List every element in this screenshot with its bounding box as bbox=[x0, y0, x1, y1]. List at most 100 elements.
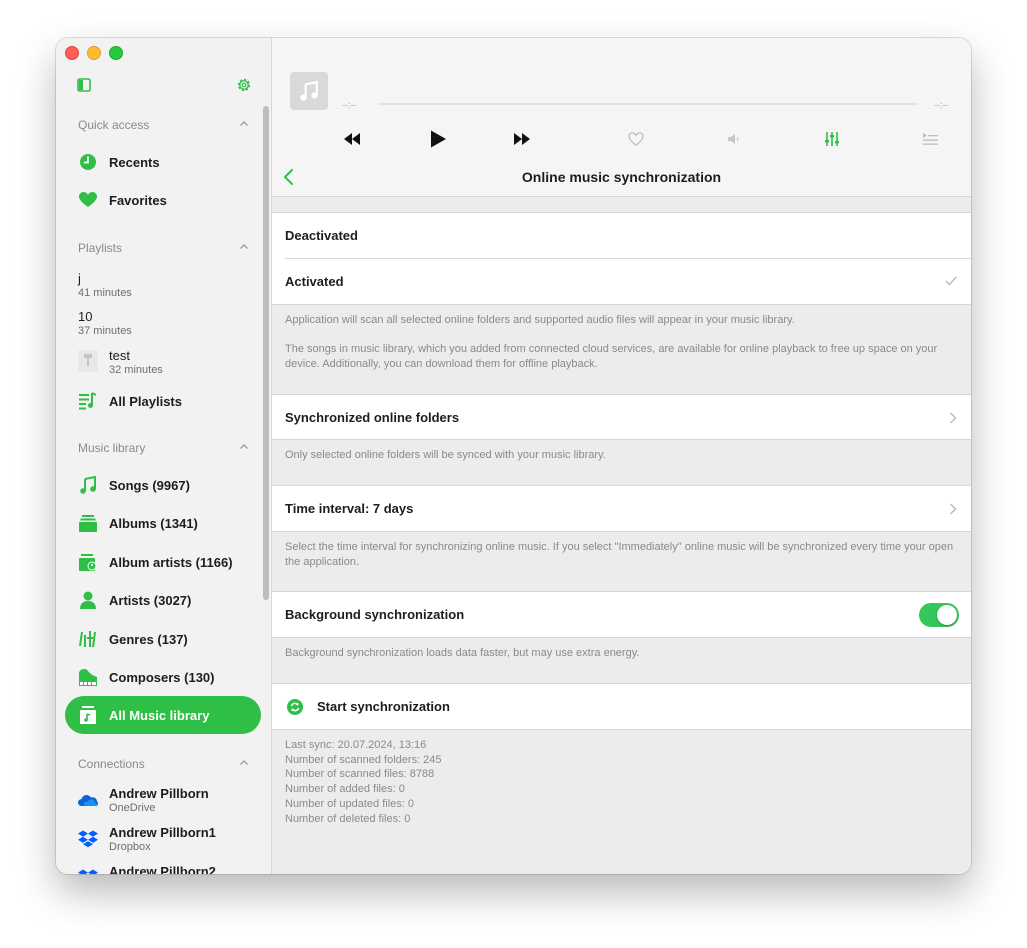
background-description: Background synchronization loads data fa… bbox=[285, 647, 640, 659]
playlist-item-10[interactable]: 10 37 minutes bbox=[78, 309, 132, 338]
sidebar-item-albums[interactable]: Albums (1341) bbox=[78, 508, 198, 538]
dropbox-icon bbox=[78, 869, 98, 874]
piano-icon bbox=[78, 667, 98, 687]
playlist-item-test[interactable]: test 32 minutes bbox=[109, 348, 163, 377]
sidebar-item-genres[interactable]: Genres (137) bbox=[78, 624, 188, 654]
row-label: Time interval: 7 days bbox=[285, 501, 414, 516]
sidebar-item-artists[interactable]: Artists (3027) bbox=[78, 585, 191, 615]
album-artist-icon bbox=[78, 552, 98, 572]
player-bar: --:-- --:-- bbox=[272, 38, 971, 158]
sidebar-scrollbar[interactable] bbox=[263, 106, 269, 600]
sidebar-item-label: Artists (3027) bbox=[109, 592, 192, 608]
main-panel: --:-- --:-- Online music synchronization… bbox=[272, 38, 971, 874]
navigation-bar: Online music synchronization bbox=[272, 158, 971, 197]
app-window: Quick access Recents Favorites Playlists… bbox=[56, 38, 971, 874]
option-label: Activated bbox=[285, 274, 344, 289]
synchronized-folders-row[interactable]: Synchronized online folders bbox=[272, 394, 971, 440]
playlist-item-j[interactable]: j 41 minutes bbox=[78, 271, 132, 300]
sidebar-item-favorites[interactable]: Favorites bbox=[78, 185, 167, 215]
sidebar-item-all-playlists[interactable]: All Playlists bbox=[78, 386, 182, 416]
quick-access-heading[interactable]: Quick access bbox=[78, 118, 149, 132]
volume-button[interactable] bbox=[724, 129, 744, 149]
stat-scanned-folders: Number of scanned folders: 245 bbox=[285, 753, 442, 766]
equalizer-icon bbox=[825, 132, 839, 146]
page-title: Online music synchronization bbox=[521, 169, 722, 185]
queue-button[interactable] bbox=[920, 129, 940, 149]
zoom-window-button[interactable] bbox=[109, 46, 123, 60]
chevron-up-icon[interactable] bbox=[239, 242, 249, 252]
connection-item-dropbox[interactable]: Andrew Pillborn1 Dropbox bbox=[78, 825, 216, 854]
rewind-icon bbox=[344, 133, 360, 145]
equalizer-button[interactable] bbox=[822, 129, 842, 149]
close-window-button[interactable] bbox=[65, 46, 79, 60]
background-sync-toggle[interactable] bbox=[919, 603, 959, 627]
option-activated[interactable]: Activated bbox=[272, 259, 971, 304]
sidebar-item-label: Composers (130) bbox=[109, 669, 215, 685]
start-synchronization-button[interactable]: Start synchronization bbox=[272, 683, 971, 730]
interval-description: Select the time interval for synchronizi… bbox=[285, 541, 954, 568]
remaining-time: --:-- bbox=[934, 100, 949, 110]
sidebar: Quick access Recents Favorites Playlists… bbox=[56, 38, 272, 874]
window-controls bbox=[65, 46, 123, 60]
playlist-duration: 41 minutes bbox=[78, 287, 132, 299]
sidebar-item-label: Album artists (1166) bbox=[109, 554, 233, 570]
chevron-up-icon[interactable] bbox=[239, 442, 249, 452]
progress-slider[interactable] bbox=[378, 103, 918, 105]
connections-heading[interactable]: Connections bbox=[78, 757, 145, 771]
connection-service: Dropbox bbox=[109, 841, 151, 853]
sidebar-item-recents[interactable]: Recents bbox=[78, 147, 160, 177]
activation-details: The songs in music library, which you ad… bbox=[285, 343, 938, 370]
folders-description: Only selected online folders will be syn… bbox=[285, 449, 606, 461]
sync-mode-group: Deactivated Activated bbox=[272, 212, 971, 305]
favorite-button[interactable] bbox=[626, 129, 646, 149]
music-library-heading[interactable]: Music library bbox=[78, 441, 145, 455]
rewind-button[interactable] bbox=[342, 129, 362, 149]
sidebar-item-all-music-library-content[interactable]: All Music library bbox=[78, 700, 209, 730]
minimize-window-button[interactable] bbox=[87, 46, 101, 60]
activation-description: Application will scan all selected onlin… bbox=[285, 314, 795, 326]
sidebar-item-label: Albums (1341) bbox=[109, 515, 198, 531]
time-interval-row[interactable]: Time interval: 7 days bbox=[272, 485, 971, 532]
onedrive-icon bbox=[78, 795, 98, 806]
chevron-up-icon[interactable] bbox=[239, 758, 249, 768]
fast-forward-button[interactable] bbox=[512, 129, 532, 149]
row-label: Background synchronization bbox=[285, 607, 465, 622]
sidebar-item-composers[interactable]: Composers (130) bbox=[78, 662, 214, 692]
playlist-artwork bbox=[78, 350, 98, 372]
connection-name: Andrew Pillborn1 bbox=[109, 825, 216, 840]
sidebar-item-album-artists[interactable]: Album artists (1166) bbox=[78, 547, 233, 577]
gear-icon[interactable] bbox=[236, 77, 252, 93]
heart-outline-icon bbox=[628, 132, 644, 146]
row-label: Synchronized online folders bbox=[285, 410, 460, 425]
person-icon bbox=[78, 590, 98, 610]
queue-list-icon bbox=[923, 133, 938, 145]
clock-icon bbox=[78, 152, 98, 172]
stat-deleted-files: Number of deleted files: 0 bbox=[285, 812, 411, 825]
playlist-name: j bbox=[78, 271, 81, 286]
playlists-heading[interactable]: Playlists bbox=[78, 241, 122, 255]
playlist-duration: 32 minutes bbox=[109, 364, 163, 376]
chevron-right-icon bbox=[950, 503, 957, 515]
playlist-icon bbox=[78, 391, 98, 411]
playlist-name: test bbox=[109, 348, 130, 363]
albums-icon bbox=[78, 513, 98, 533]
playlist-duration: 37 minutes bbox=[78, 325, 132, 337]
toggle-knob bbox=[937, 605, 957, 625]
album-artwork bbox=[290, 72, 328, 110]
sidebar-item-label: Recents bbox=[109, 154, 160, 170]
sidebar-toggle-icon[interactable] bbox=[77, 78, 91, 92]
sidebar-item-label: Songs (9967) bbox=[109, 477, 190, 493]
connection-item-dropbox-2[interactable]: Andrew Pillborn2 bbox=[78, 864, 216, 874]
stat-scanned-files: Number of scanned files: 8788 bbox=[285, 768, 435, 781]
row-label: Start synchronization bbox=[317, 699, 450, 714]
play-button[interactable] bbox=[428, 129, 448, 149]
elapsed-time: --:-- bbox=[342, 100, 357, 110]
chevron-up-icon[interactable] bbox=[239, 119, 249, 129]
genres-icon bbox=[78, 629, 98, 649]
option-deactivated[interactable]: Deactivated bbox=[272, 213, 971, 258]
sync-icon bbox=[287, 699, 303, 715]
background-sync-row: Background synchronization bbox=[272, 591, 971, 638]
connection-item-onedrive[interactable]: Andrew Pillborn OneDrive bbox=[78, 786, 209, 815]
sidebar-item-songs[interactable]: Songs (9967) bbox=[78, 470, 190, 500]
play-icon bbox=[431, 130, 446, 148]
